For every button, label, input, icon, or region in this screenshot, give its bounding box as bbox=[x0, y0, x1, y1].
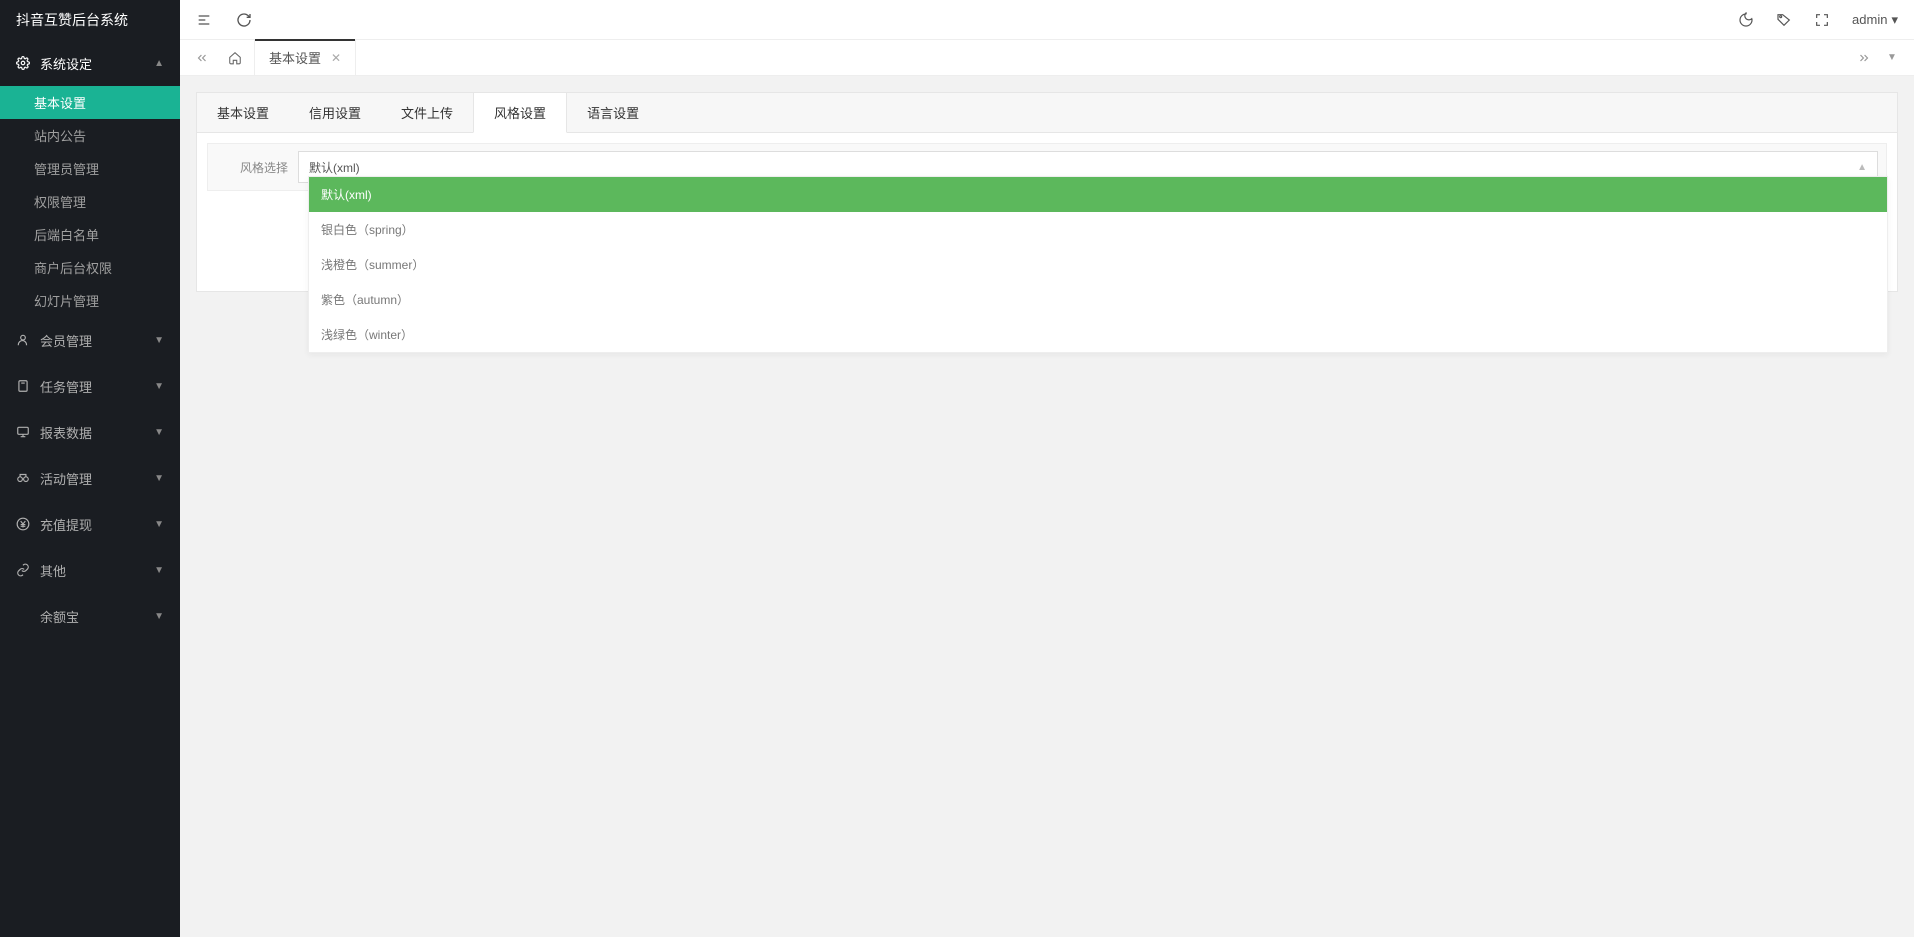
chevron-down-icon: ▼ bbox=[154, 427, 164, 438]
menu-group-member[interactable]: 会员管理 ▼ bbox=[0, 317, 180, 363]
sidebar-item-label: 站内公告 bbox=[34, 126, 86, 145]
user-name: admin bbox=[1852, 12, 1887, 27]
tab-close-icon[interactable]: ✕ bbox=[331, 51, 341, 65]
panel-tab-upload[interactable]: 文件上传 bbox=[381, 93, 473, 132]
refresh-button[interactable] bbox=[236, 12, 252, 28]
panel-tab-label: 风格设置 bbox=[494, 106, 546, 121]
tabs-scroll-left[interactable] bbox=[188, 40, 216, 75]
sidebar-item-label: 后端白名单 bbox=[34, 225, 99, 244]
sidebar-item-basic-settings[interactable]: 基本设置 bbox=[0, 86, 180, 119]
panel-tab-label: 文件上传 bbox=[401, 106, 453, 121]
style-option-spring[interactable]: 银白色（spring） bbox=[309, 212, 1887, 247]
user-icon bbox=[16, 333, 30, 347]
sidebar-item-label: 基本设置 bbox=[34, 93, 86, 112]
tabs-scroll-right[interactable] bbox=[1850, 51, 1878, 65]
sidebar-item-site-announcement[interactable]: 站内公告 bbox=[0, 119, 180, 152]
chevron-down-icon: ▼ bbox=[154, 611, 164, 622]
chevron-down-icon: ▼ bbox=[154, 335, 164, 346]
tab-home[interactable] bbox=[216, 40, 254, 75]
sidebar-item-label: 幻灯片管理 bbox=[34, 291, 99, 310]
caret-down-icon: ▾ bbox=[1891, 12, 1898, 28]
tab-label: 基本设置 bbox=[269, 48, 321, 67]
tag-icon[interactable] bbox=[1776, 12, 1792, 28]
topbar: admin ▾ bbox=[180, 0, 1914, 40]
style-select-label: 风格选择 bbox=[208, 159, 298, 176]
collapse-sidebar-button[interactable] bbox=[196, 12, 212, 28]
menu-group-label: 系统设定 bbox=[40, 54, 92, 73]
menu-group-recharge[interactable]: 充值提现 ▼ bbox=[0, 501, 180, 547]
panel-tab-label: 语言设置 bbox=[587, 106, 639, 121]
menu-group-label: 任务管理 bbox=[40, 377, 92, 396]
gear-icon bbox=[16, 56, 30, 70]
sidebar: 抖音互赞后台系统 系统设定 ▲ 基本设置 站内公告 管理员管理 bbox=[0, 0, 180, 937]
menu-group-label: 报表数据 bbox=[40, 423, 92, 442]
panel-tabs: 基本设置 信用设置 文件上传 风格设置 语言设置 bbox=[197, 93, 1897, 133]
option-label: 默认(xml) bbox=[321, 188, 372, 202]
menu-group-label: 活动管理 bbox=[40, 469, 92, 488]
binoculars-icon bbox=[16, 471, 30, 485]
menu-group-report[interactable]: 报表数据 ▼ bbox=[0, 409, 180, 455]
menu-group-label: 其他 bbox=[40, 561, 66, 580]
chevron-up-icon: ▲ bbox=[154, 58, 164, 69]
style-option-summer[interactable]: 浅橙色（summer） bbox=[309, 247, 1887, 282]
sidebar-item-label: 管理员管理 bbox=[34, 159, 99, 178]
menu-group-label: 充值提现 bbox=[40, 515, 92, 534]
menu-group-balance[interactable]: 余额宝 ▼ bbox=[0, 593, 180, 639]
chevron-down-icon: ▼ bbox=[154, 565, 164, 576]
chevron-down-icon: ▼ bbox=[154, 381, 164, 392]
panel-tab-credit[interactable]: 信用设置 bbox=[289, 93, 381, 132]
tabs-menu[interactable]: ▼ bbox=[1878, 52, 1906, 63]
sidebar-menu: 系统设定 ▲ 基本设置 站内公告 管理员管理 权限管理 后端白名单 商户后台权限… bbox=[0, 40, 180, 639]
clipboard-icon bbox=[16, 379, 30, 393]
blank-icon bbox=[16, 609, 30, 623]
menu-group-task[interactable]: 任务管理 ▼ bbox=[0, 363, 180, 409]
fullscreen-icon[interactable] bbox=[1814, 12, 1830, 28]
theme-icon[interactable] bbox=[1738, 12, 1754, 28]
sidebar-item-backend-whitelist[interactable]: 后端白名单 bbox=[0, 218, 180, 251]
chevron-down-icon: ▼ bbox=[154, 519, 164, 530]
menu-group-label: 余额宝 bbox=[40, 607, 79, 626]
sidebar-item-admin-management[interactable]: 管理员管理 bbox=[0, 152, 180, 185]
chevron-down-icon: ▼ bbox=[154, 473, 164, 484]
sidebar-item-label: 商户后台权限 bbox=[34, 258, 112, 277]
panel-tab-label: 信用设置 bbox=[309, 106, 361, 121]
style-option-winter[interactable]: 浅绿色（winter） bbox=[309, 317, 1887, 352]
option-label: 银白色（spring） bbox=[321, 223, 414, 237]
menu-group-system-settings[interactable]: 系统设定 ▲ bbox=[0, 40, 180, 86]
option-label: 浅橙色（summer） bbox=[321, 258, 424, 272]
panel-tab-label: 基本设置 bbox=[217, 106, 269, 121]
main-area: admin ▾ 基本设置 ✕ ▼ bbox=[180, 0, 1914, 937]
option-label: 紫色（autumn） bbox=[321, 293, 409, 307]
caret-up-icon: ▲ bbox=[1857, 162, 1867, 173]
menu-group-label: 会员管理 bbox=[40, 331, 92, 350]
tab-basic-settings[interactable]: 基本设置 ✕ bbox=[254, 40, 356, 75]
panel-tab-language[interactable]: 语言设置 bbox=[567, 93, 659, 132]
sidebar-item-merchant-permission[interactable]: 商户后台权限 bbox=[0, 251, 180, 284]
brand-title: 抖音互赞后台系统 bbox=[0, 0, 180, 40]
sidebar-item-permission-management[interactable]: 权限管理 bbox=[0, 185, 180, 218]
monitor-icon bbox=[16, 425, 30, 439]
panel-tab-style[interactable]: 风格设置 bbox=[473, 93, 567, 133]
link-icon bbox=[16, 563, 30, 577]
style-select-value: 默认(xml) bbox=[309, 159, 360, 176]
option-label: 浅绿色（winter） bbox=[321, 328, 413, 342]
yen-icon bbox=[16, 517, 30, 531]
sidebar-item-slideshow-management[interactable]: 幻灯片管理 bbox=[0, 284, 180, 317]
style-option-default[interactable]: 默认(xml) bbox=[309, 177, 1887, 212]
tabs-bar: 基本设置 ✕ ▼ bbox=[180, 40, 1914, 76]
style-option-autumn[interactable]: 紫色（autumn） bbox=[309, 282, 1887, 317]
menu-group-activity[interactable]: 活动管理 ▼ bbox=[0, 455, 180, 501]
sidebar-item-label: 权限管理 bbox=[34, 192, 86, 211]
content-area: 基本设置 信用设置 文件上传 风格设置 语言设置 风格选择 默认(xml) ▲ bbox=[180, 76, 1914, 937]
user-menu[interactable]: admin ▾ bbox=[1852, 12, 1898, 28]
menu-group-other[interactable]: 其他 ▼ bbox=[0, 547, 180, 593]
panel-tab-basic[interactable]: 基本设置 bbox=[197, 93, 289, 132]
style-dropdown: 默认(xml) 银白色（spring） 浅橙色（summer） 紫色（autum… bbox=[308, 176, 1888, 353]
